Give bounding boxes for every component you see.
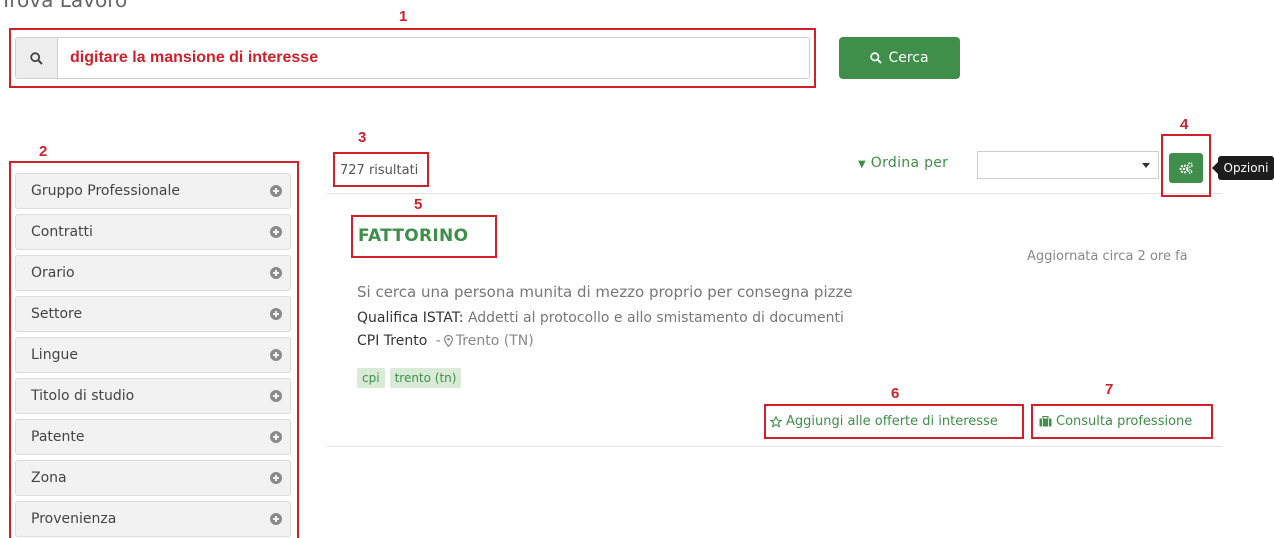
annotation-number: 5 (414, 196, 423, 213)
annotation-number: 4 (1180, 116, 1189, 133)
annotation-number: 7 (1105, 381, 1114, 398)
search-button[interactable]: Cerca (839, 37, 960, 79)
job-updated: Aggiornata circa 2 ore fa (1027, 249, 1188, 264)
order-by-toggle[interactable]: ▼ Ordina per (858, 155, 948, 171)
options-tooltip: Opzioni (1212, 156, 1274, 180)
annotation-box-3 (333, 152, 429, 187)
divider (327, 193, 1222, 194)
dash: - (431, 333, 441, 349)
map-marker-icon (443, 335, 453, 347)
caret-down-icon: ▼ (858, 159, 866, 170)
annotation-number: 3 (358, 129, 367, 146)
annotation-box-6 (764, 404, 1024, 439)
qualifica-value: Addetti al protocollo e allo smistamento… (467, 310, 844, 326)
annotation-box-5 (351, 215, 497, 258)
annotation-number: 1 (399, 8, 408, 25)
qualifica-label: Qualifica ISTAT: (357, 310, 464, 326)
order-by-label: Ordina per (870, 155, 949, 171)
search-button-label: Cerca (888, 50, 929, 66)
job-location: - Trento (TN) (431, 333, 534, 349)
search-icon (870, 52, 883, 64)
tag-location[interactable]: trento (tn) (389, 368, 462, 388)
location-label: Trento (TN) (455, 333, 534, 349)
cpi-name: CPI Trento (357, 333, 428, 349)
job-description: Si cerca una persona munita di mezzo pro… (357, 283, 853, 301)
caret-down-icon (1142, 163, 1150, 168)
divider (327, 446, 1222, 447)
annotation-number: 6 (891, 385, 900, 402)
job-cpi: CPI Trento - Trento (TN) (357, 333, 534, 349)
job-tags: cpi trento (tn) (357, 368, 462, 388)
page-title: Trova Lavoro (0, 0, 128, 12)
annotation-box-2 (9, 161, 299, 538)
annotation-box-1 (9, 28, 816, 88)
annotation-box-7 (1031, 404, 1213, 439)
annotation-number: 2 (39, 143, 48, 160)
tag-cpi[interactable]: cpi (357, 368, 385, 388)
job-qualifica: Qualifica ISTAT: Addetti al protocollo e… (357, 310, 844, 326)
annotation-box-4 (1161, 134, 1211, 197)
order-by-select[interactable] (977, 151, 1159, 179)
